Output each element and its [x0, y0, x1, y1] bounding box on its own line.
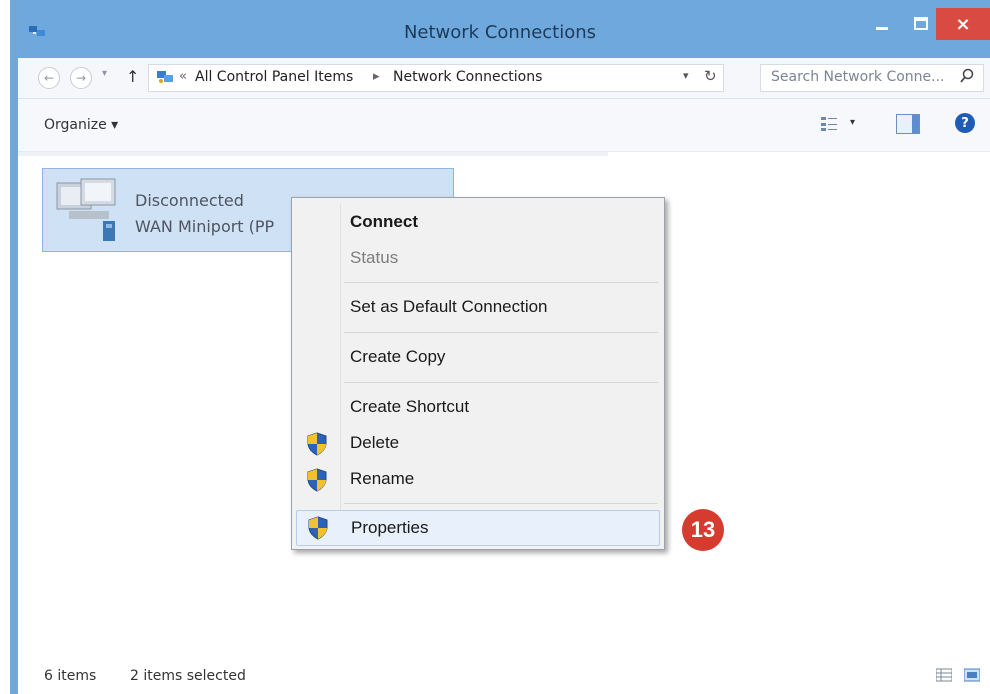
menu-item-label: Connect — [350, 212, 418, 231]
help-icon[interactable]: ? — [955, 113, 975, 133]
forward-icon: → — [75, 71, 87, 85]
item-count: 6 items — [44, 668, 97, 684]
shield-icon — [308, 516, 328, 540]
up-icon[interactable]: ↑ — [126, 67, 139, 86]
connection-device: WAN Miniport (PP — [135, 217, 275, 236]
search-icon[interactable] — [959, 68, 975, 84]
minimize-button[interactable] — [864, 8, 900, 40]
menu-item-create-shortcut[interactable]: Create Shortcut — [296, 393, 660, 421]
close-icon: × — [955, 13, 971, 35]
menu-item-connect[interactable]: Connect — [296, 208, 660, 236]
step-number-badge: 13 — [682, 509, 724, 551]
menu-item-properties[interactable]: Properties — [296, 510, 660, 546]
address-bar: ← → ▾ ↑ « All Control Panel Items ▸ Netw… — [18, 58, 990, 99]
maximize-icon — [914, 17, 928, 30]
menu-separator — [344, 382, 658, 383]
forward-button[interactable]: → — [70, 67, 92, 89]
menu-separator — [344, 503, 658, 504]
minimize-icon — [876, 27, 888, 30]
menu-item-label: Delete — [350, 433, 400, 452]
title-bar[interactable]: Network Connections × — [10, 0, 990, 58]
back-icon: ← — [43, 71, 55, 85]
breadcrumb-arrow-icon[interactable]: ▸ — [373, 69, 380, 84]
change-view-icon[interactable] — [820, 115, 838, 133]
breadcrumb-overflow[interactable]: « — [179, 69, 187, 84]
view-options-chevron-icon[interactable]: ▾ — [850, 117, 855, 128]
command-bar: Organize ▾ ▾ ? — [18, 99, 990, 152]
preview-pane-icon[interactable] — [896, 114, 920, 134]
details-view-icon[interactable] — [936, 668, 952, 682]
menu-item-delete[interactable]: Delete — [296, 429, 660, 457]
menu-separator — [344, 282, 658, 283]
menu-separator — [344, 332, 658, 333]
menu-item-status: Status — [296, 244, 660, 272]
window-title: Network Connections — [403, 22, 597, 43]
shield-icon — [307, 468, 327, 492]
organize-menu[interactable]: Organize ▾ — [44, 117, 118, 133]
shield-icon — [307, 432, 327, 456]
menu-item-label: Properties — [351, 518, 429, 537]
control-panel-icon — [157, 71, 173, 83]
menu-item-label: Create Copy — [350, 347, 446, 366]
list-header-shade — [18, 152, 608, 156]
recent-locations-chevron-icon[interactable]: ▾ — [102, 68, 107, 79]
refresh-icon[interactable]: ↻ — [704, 67, 717, 85]
menu-item-set-default[interactable]: Set as Default Connection — [296, 293, 660, 321]
network-computers-icon — [56, 178, 116, 241]
breadcrumb-network-connections[interactable]: Network Connections — [393, 69, 542, 85]
menu-item-label: Rename — [350, 469, 415, 488]
menu-item-create-copy[interactable]: Create Copy — [296, 343, 660, 371]
search-placeholder: Search Network Conne... — [771, 69, 945, 85]
menu-item-label: Status — [350, 248, 399, 267]
address-dropdown-icon[interactable]: ▾ — [683, 69, 689, 82]
search-input[interactable]: Search Network Conne... — [760, 64, 984, 92]
back-button[interactable]: ← — [38, 67, 60, 89]
connection-name: Disconnected — [135, 191, 244, 210]
menu-item-label: Create Shortcut — [350, 397, 470, 416]
status-bar: 6 items 2 items selected — [18, 656, 990, 694]
menu-item-rename[interactable]: Rename — [296, 465, 660, 493]
close-button[interactable]: × — [936, 8, 990, 40]
maximize-button[interactable] — [903, 8, 939, 40]
context-menu: Connect Status Set as Default Connection… — [291, 197, 665, 550]
large-icons-view-icon[interactable] — [964, 668, 980, 682]
menu-item-label: Set as Default Connection — [350, 297, 548, 316]
selected-count: 2 items selected — [130, 668, 246, 684]
breadcrumb-all-control-panel-items[interactable]: All Control Panel Items — [195, 69, 353, 85]
address-box[interactable]: « All Control Panel Items ▸ Network Conn… — [148, 64, 724, 92]
